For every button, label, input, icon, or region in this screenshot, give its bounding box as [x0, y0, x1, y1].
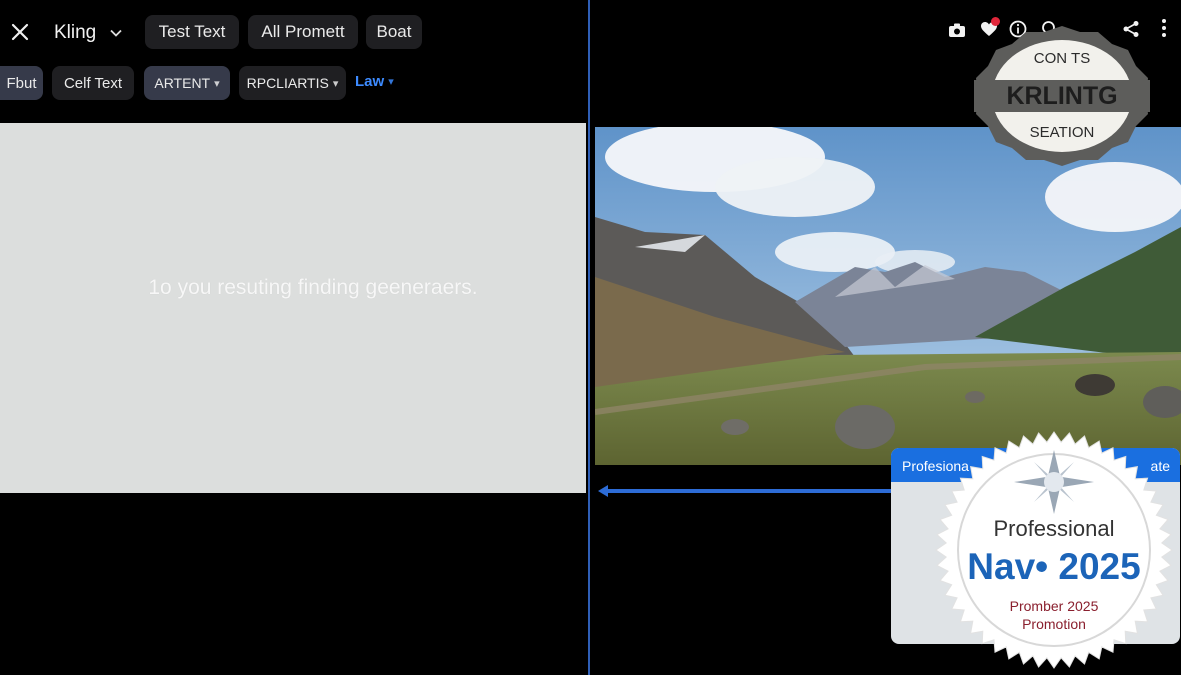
top-seal-line2: KRLINTG: [1006, 82, 1118, 110]
top-seal-line1: CON TS: [1033, 50, 1091, 67]
more-vertical-icon: [1162, 19, 1166, 37]
app-name: Kling: [54, 22, 97, 43]
more-button[interactable]: [1154, 16, 1174, 40]
tab-test-text[interactable]: Test Text: [145, 15, 239, 49]
seal-line2: Promotion: [1022, 616, 1086, 632]
chevron-down-icon: ▾: [332, 77, 339, 90]
close-icon: [11, 23, 29, 41]
subbar-item-rpcliartis[interactable]: RPCLIARTIS ▾: [239, 66, 346, 100]
timeline-bar[interactable]: [604, 489, 894, 493]
text-result-panel: 1o you resuting finding geeneraers.: [0, 123, 586, 493]
arrow-left-icon: [598, 485, 608, 497]
camera-button[interactable]: [946, 19, 968, 41]
top-seal-badge: CON TS KRLINTG SEATION: [970, 24, 1154, 168]
subbar-item-celf-text[interactable]: Celf Text: [52, 66, 134, 100]
result-text: 1o you resuting finding geeneraers.: [148, 276, 478, 299]
chevron-down-icon: ▾: [388, 76, 394, 88]
landscape-image: [595, 127, 1181, 465]
generated-image[interactable]: [595, 127, 1181, 465]
subbar-item-law[interactable]: Law ▾: [355, 73, 394, 90]
top-seal-line3: SEATION: [1029, 124, 1095, 141]
subbar-item-fbut[interactable]: Fbut: [0, 66, 43, 100]
promo-seal: Professional Nav• 2025 Promber 2025 Prom…: [934, 430, 1174, 670]
camera-icon: [949, 23, 965, 37]
chevron-down-icon: ▾: [214, 77, 220, 90]
chevron-down-icon: [110, 29, 122, 37]
subbar-item-artent[interactable]: ARTENT ▾: [144, 66, 230, 100]
seal-title: Professional: [993, 516, 1115, 541]
close-button[interactable]: [8, 20, 32, 44]
tab-boat[interactable]: Boat: [366, 15, 422, 49]
tab-all-promett[interactable]: All Promett: [248, 15, 358, 49]
app-switcher[interactable]: Kling: [54, 20, 122, 46]
seal-headline: Nav• 2025: [967, 546, 1141, 587]
split-divider[interactable]: [588, 0, 590, 675]
seal-line1: Promber 2025: [1009, 598, 1099, 614]
